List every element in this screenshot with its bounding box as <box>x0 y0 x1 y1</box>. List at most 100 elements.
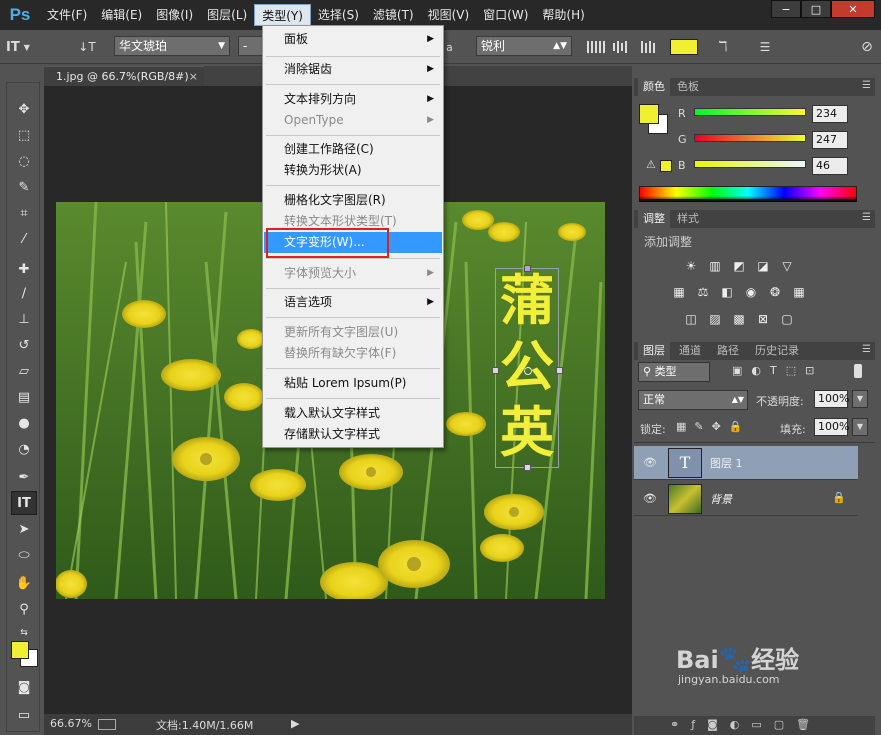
brush-tool-icon[interactable]: ∕ <box>11 281 37 305</box>
menu-layer[interactable]: 图层(L) <box>200 4 254 26</box>
eraser-tool-icon[interactable]: ▱ <box>11 359 37 383</box>
tool-preset-picker[interactable]: IT ▼ <box>6 36 30 58</box>
tab-channels[interactable]: 通道 <box>674 342 706 360</box>
menu-filter[interactable]: 滤镜(T) <box>366 4 421 26</box>
healing-brush-tool-icon[interactable]: ✚ <box>11 257 37 281</box>
threshold-icon[interactable]: ▩ <box>730 311 748 327</box>
blend-mode-select[interactable]: 正常 ▲▼ <box>638 390 748 410</box>
visibility-eye-icon[interactable]: 👁 <box>643 456 657 469</box>
layer-row-background[interactable]: 👁 背景 🔒 <box>634 482 858 516</box>
layer-row-text[interactable]: 👁 T 图层 1 <box>634 446 858 480</box>
marquee-tool-icon[interactable]: ⬚ <box>11 123 37 147</box>
brightness-icon[interactable]: ☀ <box>682 258 700 274</box>
menu-image[interactable]: 图像(I) <box>149 4 200 26</box>
channel-b-slider[interactable] <box>694 160 806 168</box>
lock-icons[interactable]: ▦✎✥🔒 <box>676 420 751 433</box>
lasso-tool-icon[interactable]: ◌ <box>11 149 37 173</box>
visibility-eye-icon[interactable]: 👁 <box>643 492 657 505</box>
hand-tool-icon[interactable]: ✋ <box>11 571 37 595</box>
chevron-down-icon[interactable]: ▼ <box>852 418 868 436</box>
vibrance-icon[interactable]: ▽ <box>778 258 796 274</box>
menu-type[interactable]: 类型(Y) <box>254 4 311 26</box>
menu-item-rasterize[interactable]: 栅格化文字图层(R) <box>264 190 442 211</box>
path-select-tool-icon[interactable]: ➤ <box>11 517 37 541</box>
align-left-icon[interactable] <box>586 36 606 58</box>
ellipse-tool-icon[interactable]: ⬭ <box>11 543 37 567</box>
menu-edit[interactable]: 编辑(E) <box>94 4 149 26</box>
menu-view[interactable]: 视图(V) <box>421 4 477 26</box>
align-center-icon[interactable] <box>612 36 632 58</box>
menu-item-paste-lorem-ipsum[interactable]: 粘贴 Lorem Ipsum(P) <box>264 373 442 394</box>
gamut-swatch[interactable] <box>660 160 672 172</box>
font-family-select[interactable]: 华文琥珀 ▼ <box>114 36 230 56</box>
zoom-level[interactable]: 66.67% <box>50 717 92 730</box>
anti-alias-select[interactable]: 锐利 ▲▼ <box>476 36 572 56</box>
tab-layers[interactable]: 图层 <box>638 342 670 360</box>
chevron-down-icon[interactable]: ▼ <box>852 390 868 408</box>
fg-color-swatch[interactable] <box>639 104 659 124</box>
menu-item-text-orientation[interactable]: 文本排列方向 ▶ <box>264 89 442 110</box>
channel-g-value[interactable]: 247 <box>812 131 848 149</box>
close-tab-icon[interactable]: × <box>189 67 198 86</box>
panel-menu-icon[interactable]: ☰ <box>862 80 871 91</box>
clone-stamp-tool-icon[interactable]: ⊥ <box>11 307 37 331</box>
levels-icon[interactable]: ▥ <box>706 258 724 274</box>
selective-color-icon[interactable]: ▢ <box>778 311 796 327</box>
menu-window[interactable]: 窗口(W) <box>476 4 535 26</box>
screen-mode-icon[interactable]: ▭ <box>11 703 37 727</box>
layer-actions-icons[interactable]: ⚭ƒ◙◐▭▢🗑 <box>670 718 822 731</box>
text-color-swatch[interactable] <box>670 39 698 55</box>
posterize-icon[interactable]: ▨ <box>706 311 724 327</box>
gamut-warning-icon[interactable]: ⚠ <box>646 158 656 171</box>
foreground-color-swatch[interactable] <box>11 641 29 659</box>
tab-styles[interactable]: 样式 <box>672 210 704 228</box>
menu-file[interactable]: 文件(F) <box>40 4 94 26</box>
layer-filter-select[interactable]: ⚲ 类型 <box>638 362 710 382</box>
menu-item-load-default-styles[interactable]: 载入默认文字样式 <box>264 403 442 424</box>
zoom-tool-icon[interactable]: ⚲ <box>11 597 37 621</box>
character-panel-icon[interactable]: ☰ <box>754 36 776 58</box>
gradient-tool-icon[interactable]: ▤ <box>11 385 37 409</box>
color-lookup-icon[interactable]: ▦ <box>790 284 808 300</box>
blur-tool-icon[interactable]: ● <box>11 411 37 435</box>
exposure-icon[interactable]: ◪ <box>754 258 772 274</box>
gradient-map-icon[interactable]: ⊠ <box>754 311 772 327</box>
warp-text-icon[interactable]: ℸ <box>712 36 734 58</box>
menu-item-anti-alias[interactable]: 消除锯齿 ▶ <box>264 59 442 80</box>
eyedropper-tool-icon[interactable]: ⁄ <box>11 227 37 251</box>
channel-r-value[interactable]: 234 <box>812 105 848 123</box>
photo-filter-icon[interactable]: ◉ <box>742 284 760 300</box>
crop-tool-icon[interactable]: ⌗ <box>11 201 37 225</box>
menu-item-convert-to-shape[interactable]: 转换为形状(A) <box>264 160 442 181</box>
panel-menu-icon[interactable]: ☰ <box>862 344 871 355</box>
close-window-button[interactable]: ✕ <box>831 0 875 18</box>
menu-item-save-default-styles[interactable]: 存储默认文字样式 <box>264 424 442 445</box>
cancel-icon[interactable]: ⊘ <box>856 36 878 58</box>
text-orientation-icon[interactable]: ↓T <box>76 36 98 58</box>
dodge-tool-icon[interactable]: ◔ <box>11 437 37 461</box>
fill-value[interactable]: 100% <box>814 418 849 436</box>
document-tab[interactable]: 1.jpg @ 66.7%(RGB/8#) × <box>44 66 204 86</box>
tab-adjustments[interactable]: 调整 <box>638 210 670 228</box>
tab-history[interactable]: 历史记录 <box>750 342 804 360</box>
maximize-button[interactable]: □ <box>801 0 831 18</box>
menu-select[interactable]: 选择(S) <box>311 4 366 26</box>
type-tool-icon[interactable]: IT <box>11 491 37 515</box>
font-style-select[interactable]: - <box>238 36 264 56</box>
panel-menu-icon[interactable]: ☰ <box>862 212 871 223</box>
menu-item-create-work-path[interactable]: 创建工作路径(C) <box>264 139 442 160</box>
hue-saturation-icon[interactable]: ▦ <box>670 284 688 300</box>
filter-toggle[interactable] <box>854 364 862 378</box>
channel-r-slider[interactable] <box>694 108 806 116</box>
curves-icon[interactable]: ◩ <box>730 258 748 274</box>
tab-paths[interactable]: 路径 <box>712 342 744 360</box>
status-menu-arrow[interactable]: ▶ <box>291 717 299 730</box>
opacity-value[interactable]: 100% <box>814 390 849 408</box>
menu-item-language-options[interactable]: 语言选项 ▶ <box>264 292 442 313</box>
menu-help[interactable]: 帮助(H) <box>535 4 591 26</box>
color-balance-icon[interactable]: ⚖ <box>694 284 712 300</box>
layer-filter-icons[interactable]: ▣◐T⬚⊡ <box>732 364 823 377</box>
quick-mask-icon[interactable]: ◙ <box>11 675 37 699</box>
invert-icon[interactable]: ◫ <box>682 311 700 327</box>
tab-color[interactable]: 颜色 <box>638 78 670 96</box>
